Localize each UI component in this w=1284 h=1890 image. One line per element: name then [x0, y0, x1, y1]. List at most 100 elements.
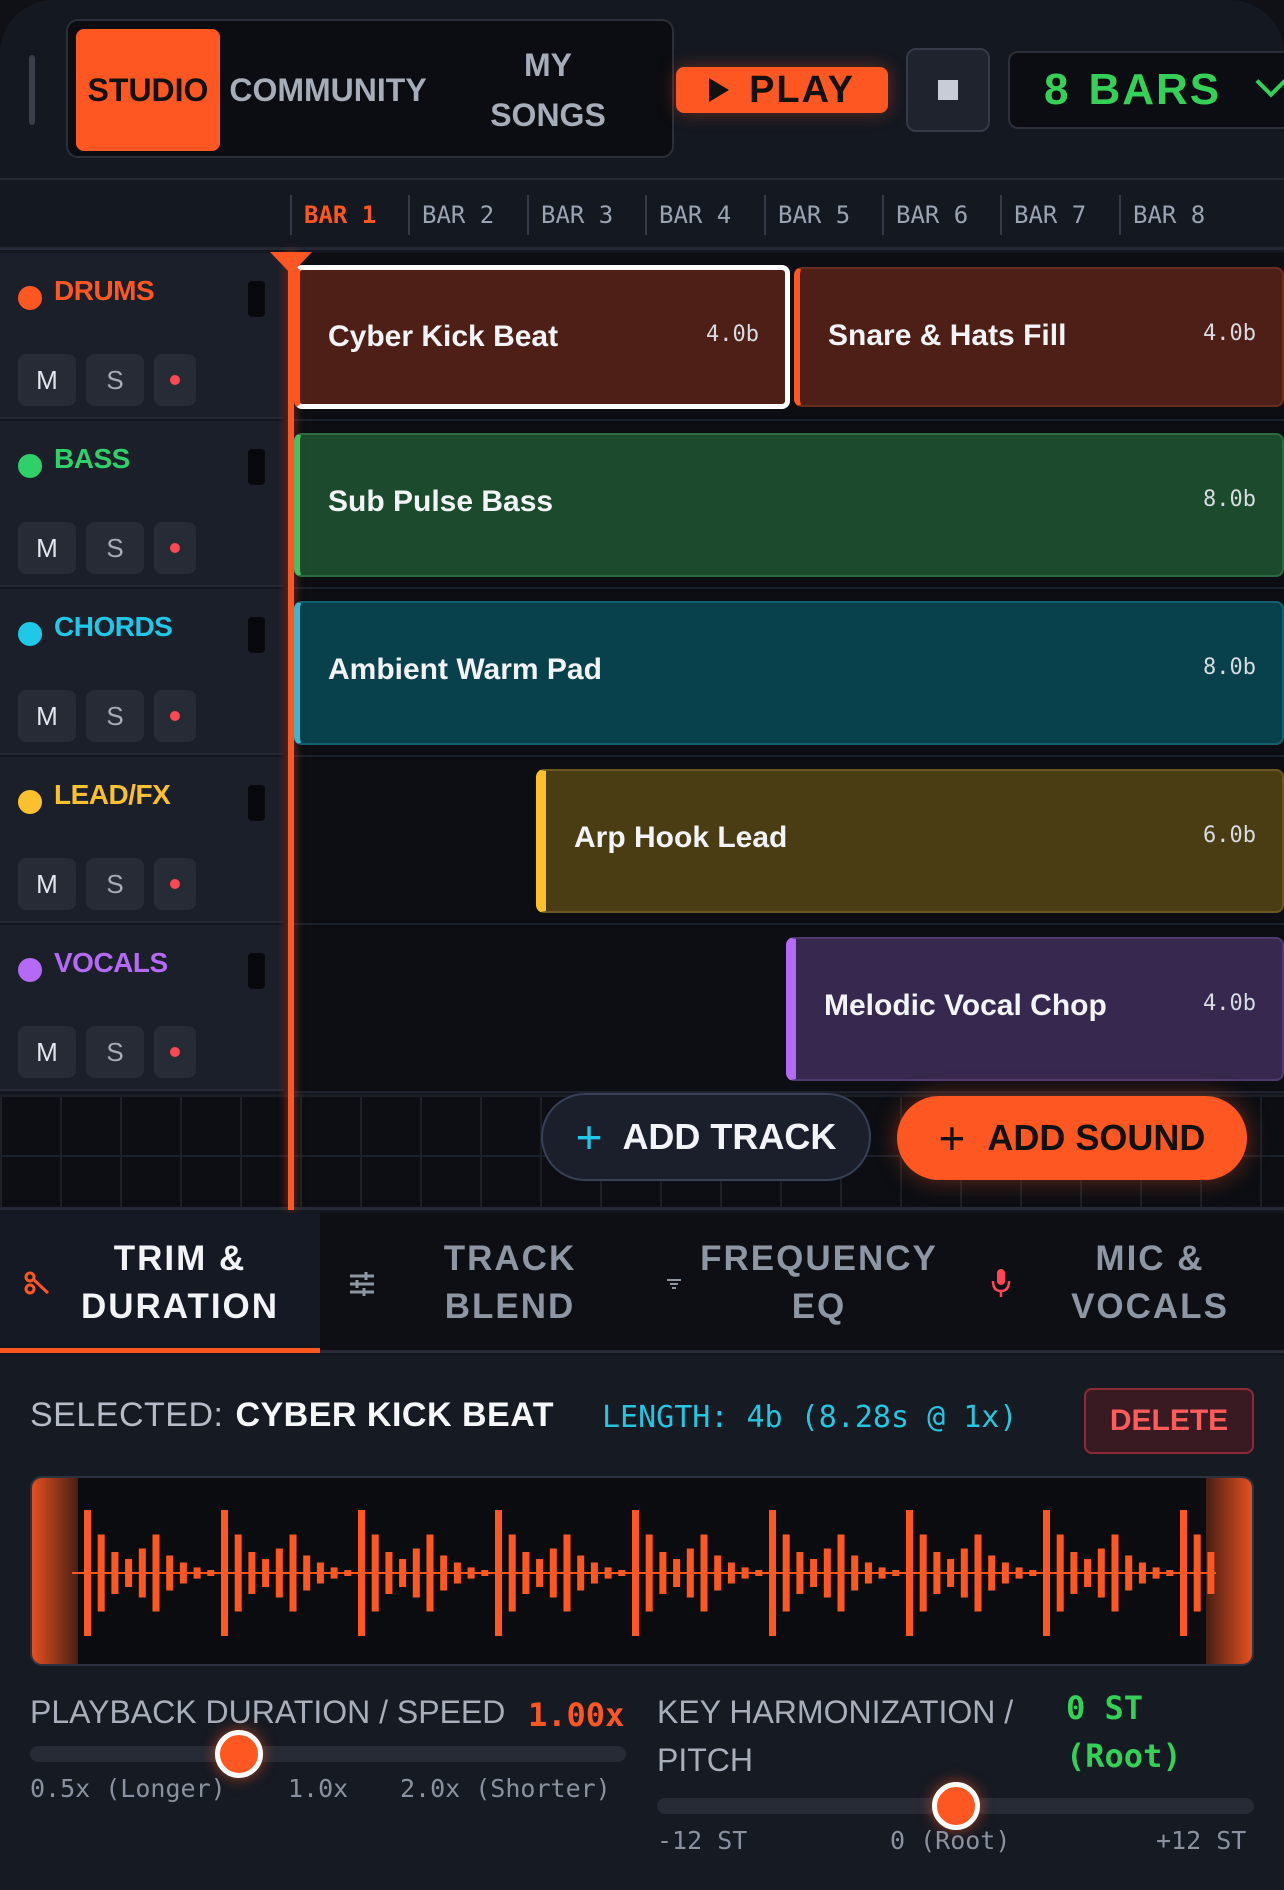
tab-my-songs[interactable]: MY SONGS	[430, 29, 666, 151]
tab-label: FREQUENCY EQ	[700, 1239, 938, 1326]
bar-ruler[interactable]: BAR 1 BAR 2 BAR 3 BAR 4 BAR 5 BAR 6 BAR …	[0, 180, 1284, 250]
level-meter	[248, 617, 265, 653]
track-lane-lead-fx[interactable]: Arp Hook Lead 6.0b	[290, 757, 1284, 925]
record-arm-button[interactable]	[154, 1026, 196, 1078]
pitch-value: 0 ST (Root)	[1066, 1689, 1182, 1775]
bar-marker[interactable]: BAR 2	[408, 195, 494, 235]
bar-marker[interactable]: BAR 3	[527, 195, 613, 235]
tab-label: MIC & VOCALS	[1071, 1239, 1229, 1326]
playhead-marker[interactable]	[270, 252, 312, 274]
track-name: VOCALS	[54, 947, 168, 978]
editor-tab-bar: TRIM & DURATION TRACK BLEND FREQUENCY EQ	[0, 1213, 1284, 1353]
record-arm-button[interactable]	[154, 690, 196, 742]
tab-community[interactable]: COMMUNITY	[228, 29, 428, 151]
track-lane-chords[interactable]: Ambient Warm Pad 8.0b	[290, 589, 1284, 757]
waveform-bar	[1056, 1534, 1064, 1612]
stop-button[interactable]	[906, 48, 990, 132]
tab-studio[interactable]: STUDIO	[76, 29, 220, 151]
pitch-tick-mid: 0 (Root)	[890, 1826, 1011, 1855]
waveform-bar	[221, 1510, 228, 1636]
delete-button[interactable]: DELETE	[1084, 1388, 1254, 1454]
speed-slider-thumb[interactable]	[214, 1730, 263, 1778]
mute-button[interactable]: M	[18, 522, 76, 574]
pitch-slider-thumb[interactable]	[931, 1782, 980, 1830]
clip-snare-hats-fill[interactable]: Snare & Hats Fill 4.0b	[794, 267, 1284, 407]
waveform-trim-view[interactable]	[30, 1476, 1254, 1666]
record-arm-button[interactable]	[154, 858, 196, 910]
bars-selector[interactable]: 8 BARS	[1008, 51, 1284, 129]
bar-marker[interactable]: BAR 6	[882, 195, 968, 235]
tab-frequency-eq[interactable]: FREQUENCY EQ	[640, 1213, 960, 1353]
waveform-bar	[481, 1570, 489, 1576]
bars-unit: BARS	[1088, 65, 1222, 114]
bar-marker[interactable]: BAR 1	[290, 195, 376, 235]
mute-button[interactable]: M	[18, 690, 76, 742]
trim-handle-right[interactable]	[1206, 1478, 1252, 1664]
clip-arp-hook-lead[interactable]: Arp Hook Lead 6.0b	[536, 769, 1284, 913]
solo-button[interactable]: S	[86, 522, 144, 574]
add-sound-label: ADD SOUND	[987, 1117, 1206, 1158]
clip-length: 6.0b	[1203, 823, 1256, 848]
tab-mic-vocals[interactable]: MIC & VOCALS	[960, 1213, 1284, 1353]
track-header-bass[interactable]: BASS M S	[0, 421, 284, 587]
record-icon	[170, 543, 180, 553]
playhead-line[interactable]	[288, 252, 294, 1210]
solo-button[interactable]: S	[86, 1026, 144, 1078]
clip-editor-panel: SELECTED: CYBER KICK BEAT LENGTH: 4b (8.…	[0, 1356, 1284, 1890]
track-name: CHORDS	[54, 611, 173, 642]
clip-melodic-vocal-chop[interactable]: Melodic Vocal Chop 4.0b	[786, 937, 1284, 1081]
waveform-bar	[508, 1534, 516, 1612]
waveform-bar	[330, 1567, 338, 1579]
solo-button[interactable]: S	[86, 690, 144, 742]
speed-value: 1.00x	[528, 1696, 625, 1734]
track-header-chords[interactable]: CHORDS M S	[0, 589, 284, 755]
pitch-slider[interactable]	[657, 1782, 1254, 1830]
waveform-bar	[125, 1559, 133, 1587]
track-name: BASS	[54, 443, 130, 474]
clip-cyber-kick-beat[interactable]: Cyber Kick Beat 4.0b	[294, 265, 790, 409]
waveform-bar	[440, 1555, 448, 1591]
solo-button[interactable]: S	[86, 354, 144, 406]
bar-marker[interactable]: BAR 5	[764, 195, 850, 235]
play-button[interactable]: PLAY	[676, 67, 888, 113]
bar-marker[interactable]: BAR 7	[1000, 195, 1086, 235]
waveform-bar	[919, 1534, 927, 1612]
waveform-bar	[590, 1562, 598, 1584]
clip-sub-pulse-bass[interactable]: Sub Pulse Bass 8.0b	[294, 433, 1284, 577]
add-track-button[interactable]: + ADD TRACK	[541, 1093, 871, 1181]
solo-button[interactable]: S	[86, 858, 144, 910]
record-arm-button[interactable]	[154, 354, 196, 406]
bar-marker[interactable]: BAR 8	[1119, 195, 1205, 235]
track-lane-drums[interactable]: Cyber Kick Beat 4.0b Snare & Hats Fill 4…	[290, 253, 1284, 421]
track-header-drums[interactable]: DRUMS M S	[0, 253, 284, 419]
waveform-bar	[371, 1534, 379, 1612]
waveform-bar	[714, 1555, 722, 1591]
clip-ambient-warm-pad[interactable]: Ambient Warm Pad 8.0b	[294, 601, 1284, 745]
speed-slider[interactable]	[30, 1730, 626, 1778]
speed-label: PLAYBACK DURATION / SPEED	[30, 1694, 506, 1730]
mute-button[interactable]: M	[18, 1026, 76, 1078]
bar-marker[interactable]: BAR 4	[645, 195, 731, 235]
mute-button[interactable]: M	[18, 354, 76, 406]
track-header-vocals[interactable]: VOCALS M S	[0, 925, 284, 1091]
waveform-bar	[837, 1534, 845, 1612]
record-arm-button[interactable]	[154, 522, 196, 574]
mute-button[interactable]: M	[18, 858, 76, 910]
nav-segmented-control: STUDIO COMMUNITY MY SONGS	[66, 19, 674, 158]
waveform-bar	[275, 1548, 283, 1598]
waveform-bar	[741, 1567, 749, 1579]
plus-icon: +	[575, 1111, 603, 1163]
track-lane-vocals[interactable]: Melodic Vocal Chop 4.0b	[290, 925, 1284, 1093]
waveform-bar	[426, 1534, 434, 1612]
drag-handle[interactable]	[29, 55, 35, 125]
tab-track-blend[interactable]: TRACK BLEND	[320, 1213, 640, 1353]
tab-trim-duration[interactable]: TRIM & DURATION	[0, 1213, 320, 1353]
add-sound-button[interactable]: + ADD SOUND	[897, 1096, 1247, 1180]
track-lane-bass[interactable]: Sub Pulse Bass 8.0b	[290, 421, 1284, 589]
track-name: DRUMS	[54, 275, 155, 306]
track-header-lead-fx[interactable]: LEAD/FX M S	[0, 757, 284, 923]
waveform-bar	[1166, 1570, 1174, 1576]
clip-name: Cyber Kick Beat	[328, 320, 559, 353]
trim-handle-left[interactable]	[32, 1478, 78, 1664]
waveform-bar	[262, 1559, 270, 1587]
